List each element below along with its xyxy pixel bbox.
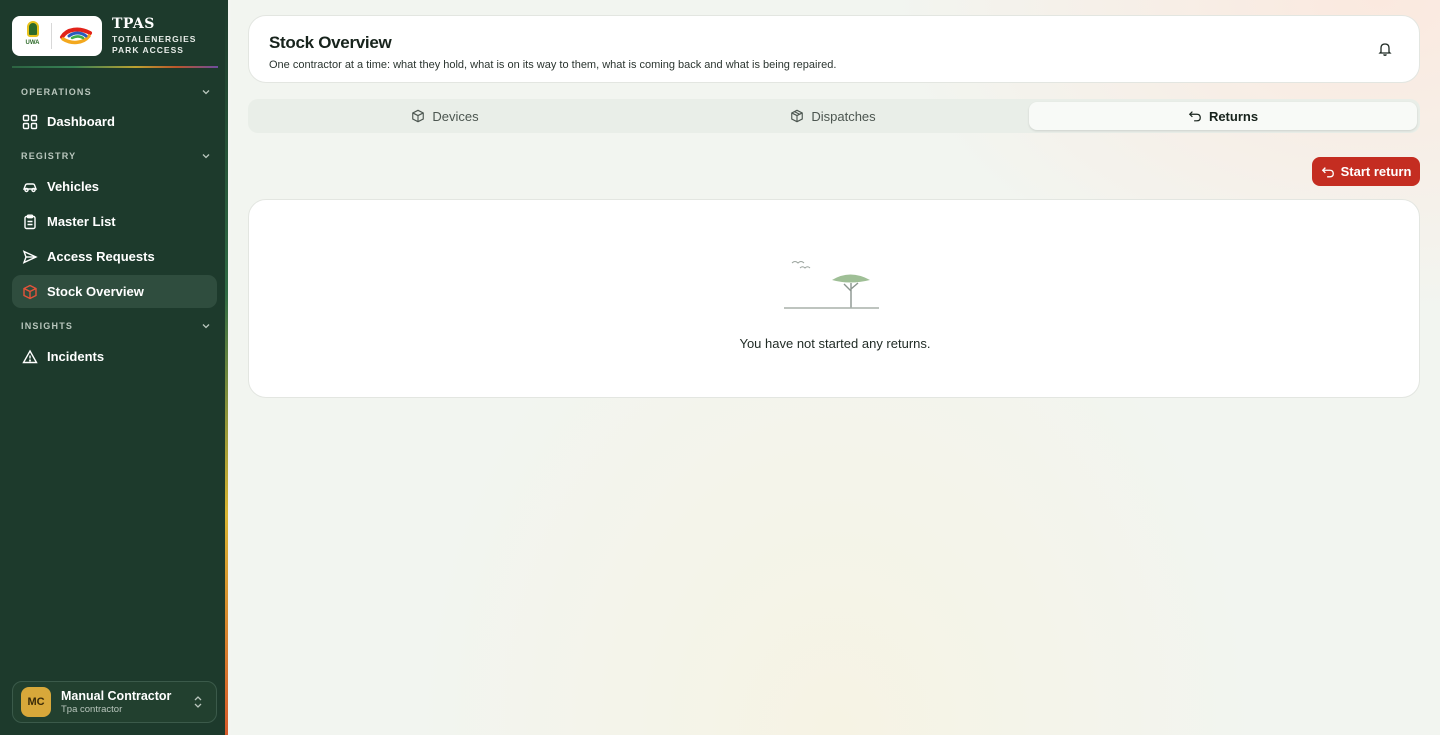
section-label: INSIGHTS	[21, 321, 74, 331]
sidebar-item-label: Stock Overview	[47, 284, 144, 299]
user-name: Manual Contractor	[61, 688, 172, 703]
send-icon	[22, 249, 38, 264]
chevron-down-icon	[202, 154, 210, 159]
box-icon	[791, 109, 804, 123]
car-icon	[22, 182, 38, 192]
page-header: Stock Overview One contractor at a time:…	[248, 15, 1420, 83]
section-insights[interactable]: INSIGHTS	[21, 319, 211, 333]
brand-subtitle-line2: PARK ACCESS	[112, 44, 184, 55]
uwa-logo: UWA	[22, 21, 44, 51]
dashboard-grid-icon	[22, 114, 38, 129]
brand-title: TPAS	[112, 15, 155, 32]
sidebar-item-vehicles[interactable]: Vehicles	[12, 170, 217, 203]
brand-divider	[12, 66, 218, 68]
sidebar-item-label: Vehicles	[47, 179, 100, 194]
chevron-down-icon	[202, 90, 210, 95]
totalenergies-logo	[59, 27, 92, 45]
page-title: Stock Overview	[269, 33, 392, 52]
sidebar-item-incidents[interactable]: Incidents	[12, 340, 217, 373]
brand[interactable]: UWA TPAS TOTALENERGIES PARK ACCESS	[12, 14, 218, 58]
clipboard-icon	[24, 214, 36, 229]
warning-triangle-icon	[22, 349, 38, 363]
sidebar-item-label: Access Requests	[47, 249, 155, 264]
brand-subtitle-line1: TOTALENERGIES	[112, 33, 197, 44]
tab-label: Dispatches	[811, 108, 876, 124]
chevron-down-icon	[202, 324, 210, 329]
brand-subtitle: TOTALENERGIES PARK ACCESS	[112, 34, 196, 56]
box-icon	[23, 284, 37, 299]
user-role: Tpa contractor	[61, 704, 123, 715]
sidebar-item-master-list[interactable]: Master List	[12, 205, 217, 238]
brand-logos: UWA	[12, 16, 102, 56]
returns-empty-state: You have not started any returns.	[248, 199, 1420, 398]
undo-icon	[1188, 111, 1201, 122]
savanna-tree-illustration	[784, 261, 879, 309]
start-return-button[interactable]: Start return	[1312, 157, 1420, 186]
brand-text: TPAS TOTALENERGIES PARK ACCESS	[112, 17, 196, 56]
tab-label: Returns	[1208, 108, 1259, 124]
main-content: Stock Overview One contractor at a time:…	[231, 0, 1440, 735]
sidebar-item-stock-overview[interactable]: Stock Overview	[12, 275, 217, 308]
avatar: MC	[21, 687, 51, 717]
tab-dispatches[interactable]: Dispatches	[639, 102, 1027, 130]
bell-icon[interactable]	[1377, 41, 1393, 57]
uwa-logo-text: UWA	[25, 40, 40, 46]
sidebar-item-label: Dashboard	[47, 114, 115, 129]
logo-divider	[50, 23, 52, 49]
empty-state-message: You have not started any returns.	[739, 336, 931, 351]
section-label: REGISTRY	[21, 151, 77, 161]
sidebar: UWA TPAS TOTALENERGIES PARK ACCESS OPERA…	[0, 0, 228, 735]
box-icon	[412, 109, 425, 123]
start-return-label: Start return	[1340, 164, 1412, 179]
sidebar-item-dashboard[interactable]: Dashboard	[12, 105, 217, 138]
undo-icon	[1321, 166, 1334, 177]
stock-tabs: Devices Dispatches Returns	[248, 99, 1420, 133]
user-meta: Manual Contractor Tpa contractor	[61, 688, 192, 715]
sidebar-item-label: Master List	[47, 214, 116, 229]
tab-returns[interactable]: Returns	[1029, 102, 1417, 130]
page-subtitle: One contractor at a time: what they hold…	[269, 59, 837, 71]
user-menu[interactable]: MC Manual Contractor Tpa contractor	[12, 681, 217, 723]
section-operations[interactable]: OPERATIONS	[21, 85, 211, 99]
sidebar-item-label: Incidents	[47, 349, 105, 364]
section-label: OPERATIONS	[21, 87, 92, 97]
section-registry[interactable]: REGISTRY	[21, 149, 211, 163]
tab-label: Devices	[432, 108, 479, 124]
tab-devices[interactable]: Devices	[251, 102, 639, 130]
sidebar-item-access-requests[interactable]: Access Requests	[12, 240, 217, 273]
chevrons-up-down-icon	[194, 696, 202, 708]
